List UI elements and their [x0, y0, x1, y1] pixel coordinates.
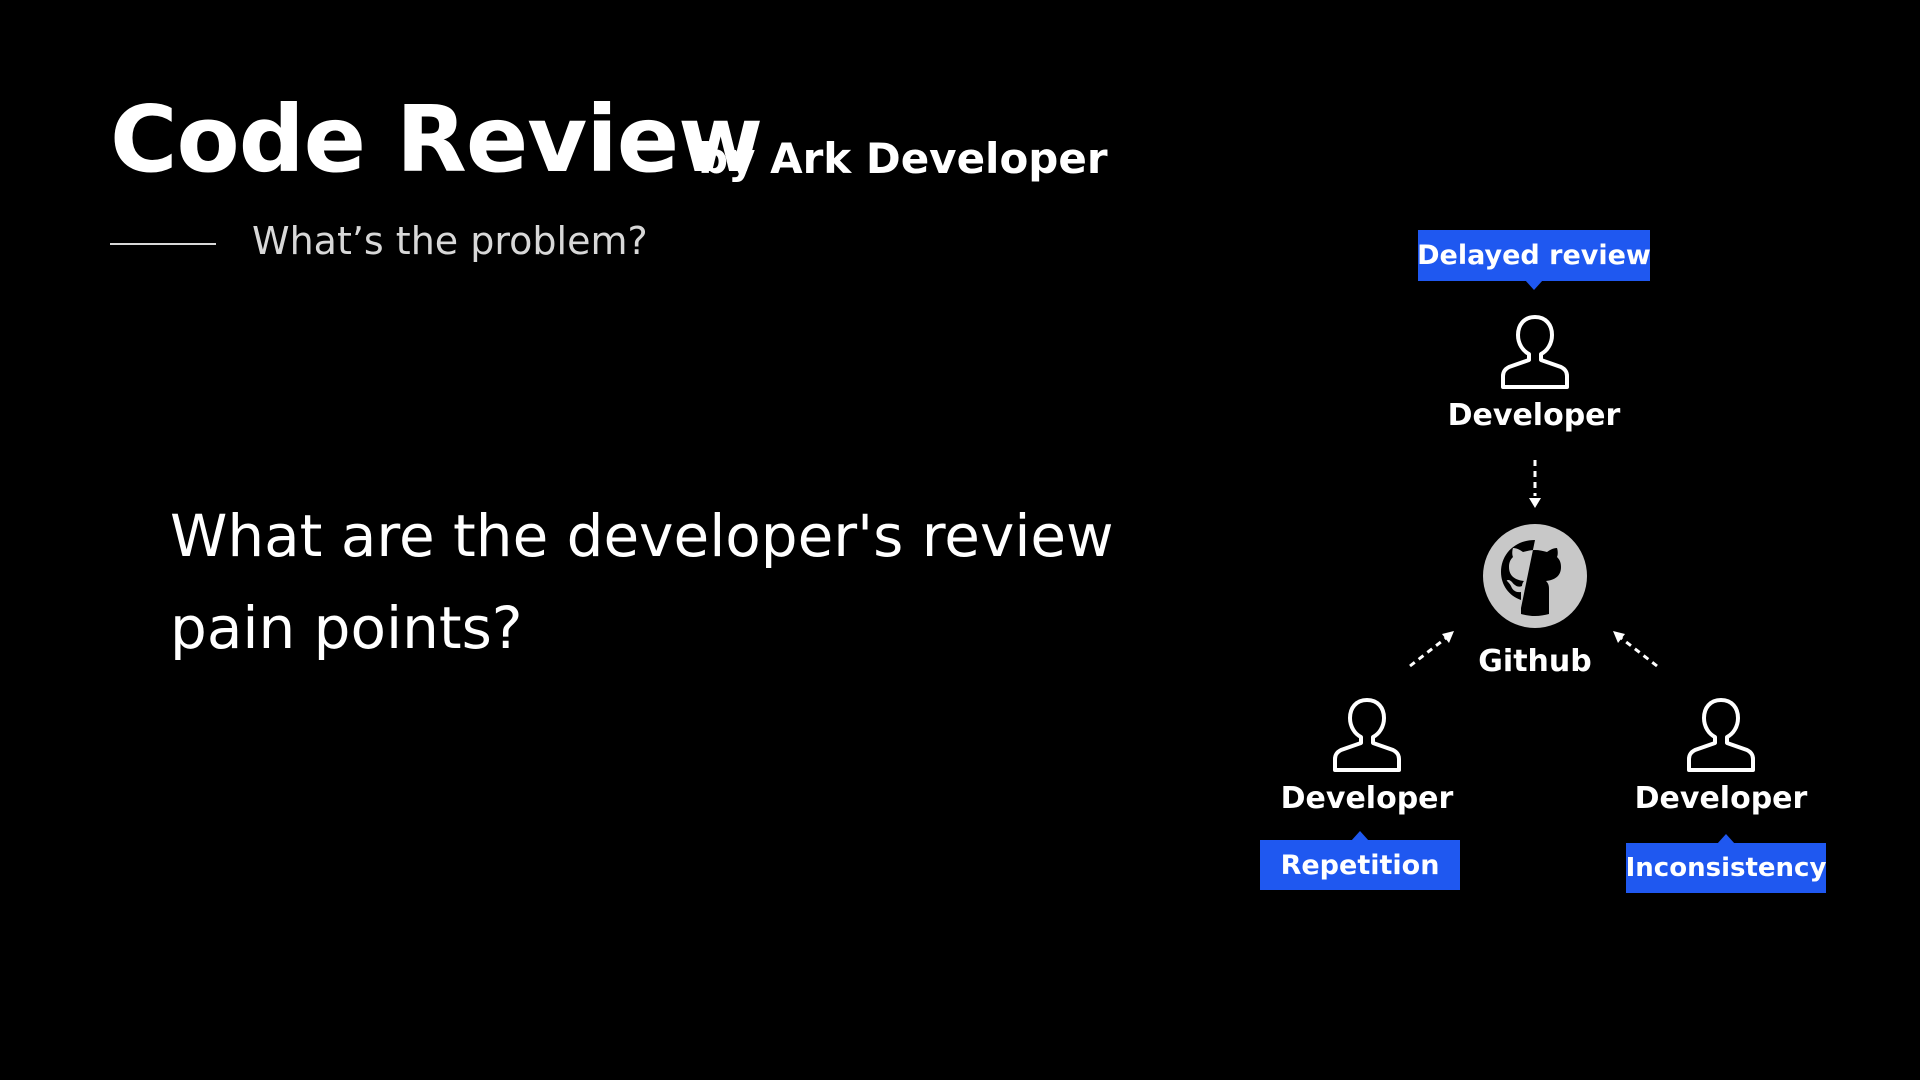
inconsistency-tag: Inconsistency: [1626, 834, 1826, 893]
delayed-review-tag: Delayed review: [1417, 230, 1651, 290]
developer-icon: [1687, 698, 1755, 772]
left-developer-label: Developer: [1280, 781, 1454, 816]
review-flow-diagram: Delayed review Developer Github Develope…: [0, 0, 1920, 1080]
github-icon: [1483, 524, 1587, 628]
repetition-tag: Repetition: [1260, 831, 1460, 890]
developer-icon: [1333, 698, 1401, 772]
arrow-right-developer-to-github: [1613, 631, 1658, 668]
developer-icon: [1501, 315, 1569, 389]
arrow-developer-to-github: [1529, 460, 1541, 508]
top-developer-label: Developer: [1447, 398, 1621, 433]
arrow-left-developer-to-github: [1409, 631, 1454, 668]
right-developer-label: Developer: [1634, 781, 1808, 816]
github-label: Github: [1478, 644, 1592, 679]
